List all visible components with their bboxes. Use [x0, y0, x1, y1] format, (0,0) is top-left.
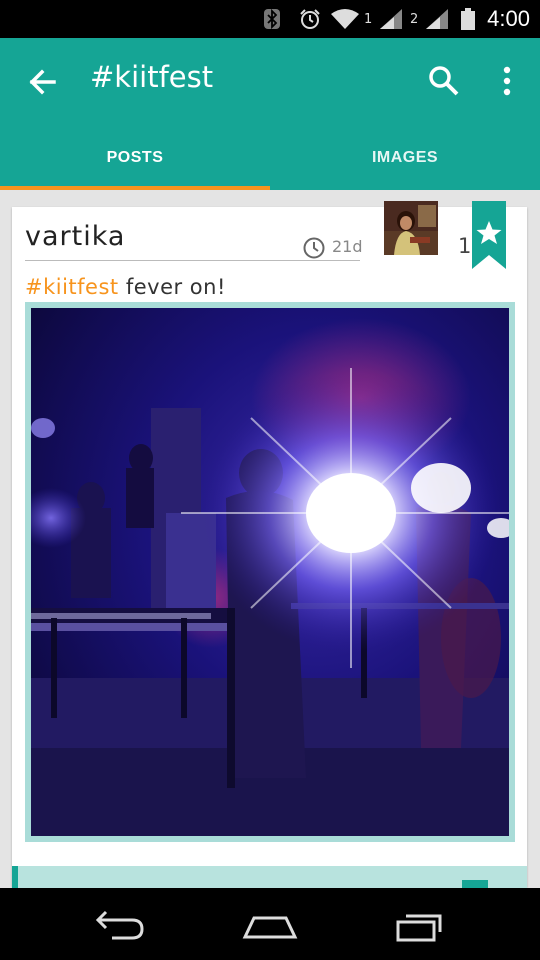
bluetooth-icon — [264, 8, 280, 30]
avatar[interactable] — [384, 201, 438, 255]
favorite-count: 1 — [458, 234, 472, 258]
post-username[interactable]: vartika — [25, 221, 125, 252]
wifi-icon — [331, 9, 359, 29]
tab-indicator — [0, 186, 270, 190]
post-image-frame — [25, 302, 515, 842]
sim2-label: 2 — [410, 12, 419, 27]
caption-text: fever on! — [118, 275, 226, 299]
navigation-bar — [0, 888, 540, 960]
home-nav-icon[interactable] — [240, 906, 300, 944]
caption-hashtag[interactable]: #kiitfest — [25, 275, 119, 299]
tab-posts[interactable]: POSTS — [0, 130, 270, 190]
signal-icon — [380, 9, 402, 29]
more-vert-icon[interactable] — [495, 64, 519, 100]
alarm-icon — [300, 9, 320, 29]
page-title: #kiitfest — [90, 60, 214, 94]
battery-icon — [461, 8, 475, 30]
post-caption: #kiitfest fever on! — [25, 275, 226, 299]
clock-icon — [303, 237, 325, 259]
post-image[interactable] — [31, 308, 509, 836]
star-bookmark-icon[interactable] — [472, 201, 506, 269]
back-arrow-icon[interactable] — [24, 64, 60, 100]
post-age: 21d — [332, 237, 363, 256]
search-icon[interactable] — [425, 62, 463, 100]
status-bar: 1 2 4:00 — [0, 0, 540, 38]
clock-time: 4:00 — [487, 6, 530, 31]
post-card[interactable]: vartika 21d 1 #kiitfest fever on! — [12, 201, 527, 887]
tab-images[interactable]: IMAGES — [270, 130, 540, 190]
sim1-label: 1 — [364, 12, 373, 27]
username-divider — [25, 260, 360, 261]
back-nav-icon[interactable] — [92, 906, 148, 944]
signal-icon — [426, 9, 448, 29]
app-bar: #kiitfest POSTS IMAGES — [0, 38, 540, 190]
recents-nav-icon[interactable] — [392, 906, 448, 944]
